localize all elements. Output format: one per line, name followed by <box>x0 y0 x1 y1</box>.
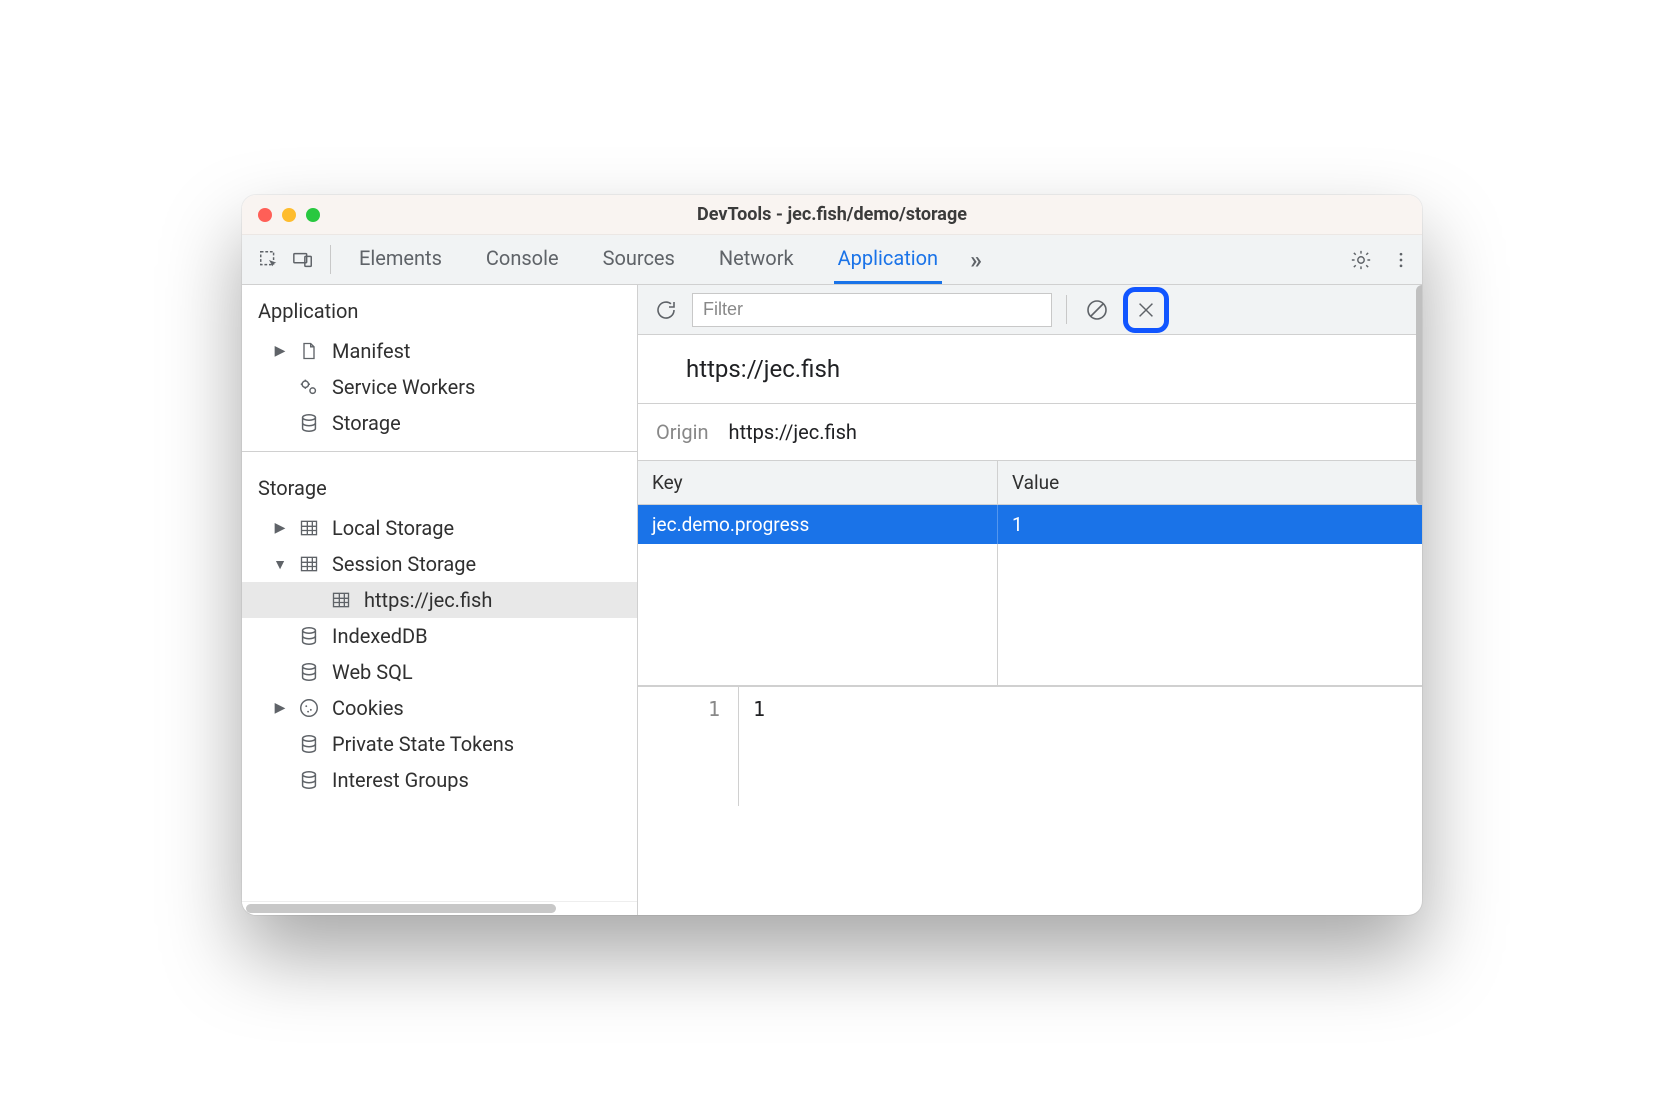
sidebar-item-cookies[interactable]: ▶ Cookies <box>242 690 637 726</box>
sidebar-item-interest-groups[interactable]: Interest Groups <box>242 762 637 798</box>
toolbar-separator <box>330 245 331 274</box>
sidebar-item-session-storage-origin[interactable]: https://jec.fish <box>242 582 637 618</box>
inspect-element-icon[interactable] <box>258 249 280 271</box>
delete-selected-icon[interactable] <box>1130 294 1162 326</box>
toolbar-separator <box>1066 295 1067 324</box>
file-icon <box>296 340 322 362</box>
sidebar-item-service-workers[interactable]: Service Workers <box>242 369 637 405</box>
database-icon <box>296 661 322 683</box>
vertical-scrollbar[interactable] <box>1418 285 1422 915</box>
sidebar-item-label: https://jec.fish <box>364 588 492 612</box>
cookie-icon <box>296 697 322 719</box>
database-icon <box>296 412 322 434</box>
tab-sources[interactable]: Sources <box>599 235 679 284</box>
caret-right-icon: ▶ <box>274 343 286 359</box>
tab-network[interactable]: Network <box>715 235 798 284</box>
tab-elements[interactable]: Elements <box>355 235 446 284</box>
origin-title: https://jec.fish <box>638 335 1422 404</box>
sidebar-item-local-storage[interactable]: ▶ Local Storage <box>242 510 637 546</box>
sidebar-item-label: IndexedDB <box>332 624 428 648</box>
caret-right-icon: ▶ <box>274 700 286 716</box>
clear-all-icon[interactable] <box>1081 294 1113 326</box>
refresh-icon[interactable] <box>650 294 682 326</box>
table-icon <box>328 589 354 611</box>
storage-table: Key Value jec.demo.progress 1 <box>638 461 1422 686</box>
origin-value: https://jec.fish <box>729 420 857 444</box>
sidebar-item-label: Local Storage <box>332 516 454 540</box>
application-sidebar: Application ▶ Manifest Service Workers S… <box>242 285 638 915</box>
sidebar-item-label: Cookies <box>332 696 404 720</box>
sidebar-item-label: Interest Groups <box>332 768 469 792</box>
window-title: DevTools - jec.fish/demo/storage <box>242 204 1422 225</box>
maximize-window-button[interactable] <box>306 208 320 222</box>
sidebar-item-manifest[interactable]: ▶ Manifest <box>242 333 637 369</box>
cell-value: 1 <box>998 505 1422 544</box>
table-icon <box>296 517 322 539</box>
table-empty-area[interactable] <box>638 544 1422 685</box>
sidebar-horizontal-scrollbar[interactable] <box>242 901 637 915</box>
main-toolbar: Elements Console Sources Network Applica… <box>242 235 1422 285</box>
sidebar-item-storage-overview[interactable]: Storage <box>242 405 637 441</box>
database-icon <box>296 733 322 755</box>
cell-key: jec.demo.progress <box>638 505 998 544</box>
delete-selected-highlight <box>1123 287 1169 333</box>
panel-tabs: Elements Console Sources Network Applica… <box>355 235 942 284</box>
sidebar-item-label: Session Storage <box>332 552 476 576</box>
column-header-key[interactable]: Key <box>638 461 998 504</box>
minimize-window-button[interactable] <box>282 208 296 222</box>
sidebar-divider <box>242 451 637 452</box>
kebab-menu-icon[interactable] <box>1390 249 1412 271</box>
preview-line-number: 1 <box>638 687 738 806</box>
sidebar-item-private-state-tokens[interactable]: Private State Tokens <box>242 726 637 762</box>
close-window-button[interactable] <box>258 208 272 222</box>
sidebar-item-websql[interactable]: Web SQL <box>242 654 637 690</box>
table-icon <box>296 553 322 575</box>
device-toggle-icon[interactable] <box>292 249 314 271</box>
table-row[interactable]: jec.demo.progress 1 <box>638 505 1422 544</box>
caret-down-icon: ▼ <box>274 556 286 573</box>
column-header-value[interactable]: Value <box>998 461 1422 504</box>
sidebar-item-label: Service Workers <box>332 375 475 399</box>
sidebar-item-label: Manifest <box>332 339 410 363</box>
filter-toolbar <box>638 285 1422 335</box>
settings-icon[interactable] <box>1350 249 1372 271</box>
storage-panel: https://jec.fish Origin https://jec.fish… <box>638 285 1422 915</box>
value-preview: 1 1 <box>638 686 1422 806</box>
sidebar-item-session-storage[interactable]: ▼ Session Storage <box>242 546 637 582</box>
sidebar-item-indexeddb[interactable]: IndexedDB <box>242 618 637 654</box>
tab-console[interactable]: Console <box>482 235 563 284</box>
sidebar-item-label: Storage <box>332 411 401 435</box>
devtools-window: DevTools - jec.fish/demo/storage Element… <box>242 195 1422 915</box>
preview-content: 1 <box>738 687 1422 806</box>
gears-icon <box>296 376 322 398</box>
filter-input[interactable] <box>692 293 1052 327</box>
more-tabs-icon[interactable]: » <box>970 235 982 284</box>
table-body: jec.demo.progress 1 <box>638 505 1422 685</box>
table-header: Key Value <box>638 461 1422 505</box>
titlebar: DevTools - jec.fish/demo/storage <box>242 195 1422 235</box>
panel-body: Application ▶ Manifest Service Workers S… <box>242 285 1422 915</box>
caret-right-icon: ▶ <box>274 520 286 536</box>
sidebar-section-application: Application <box>242 285 637 333</box>
sidebar-item-label: Web SQL <box>332 660 413 684</box>
origin-label: Origin <box>656 420 709 444</box>
database-icon <box>296 625 322 647</box>
origin-row: Origin https://jec.fish <box>638 404 1422 461</box>
sidebar-section-storage: Storage <box>242 462 637 510</box>
tab-application[interactable]: Application <box>834 235 942 284</box>
database-icon <box>296 769 322 791</box>
traffic-lights <box>258 208 320 222</box>
sidebar-item-label: Private State Tokens <box>332 732 514 756</box>
